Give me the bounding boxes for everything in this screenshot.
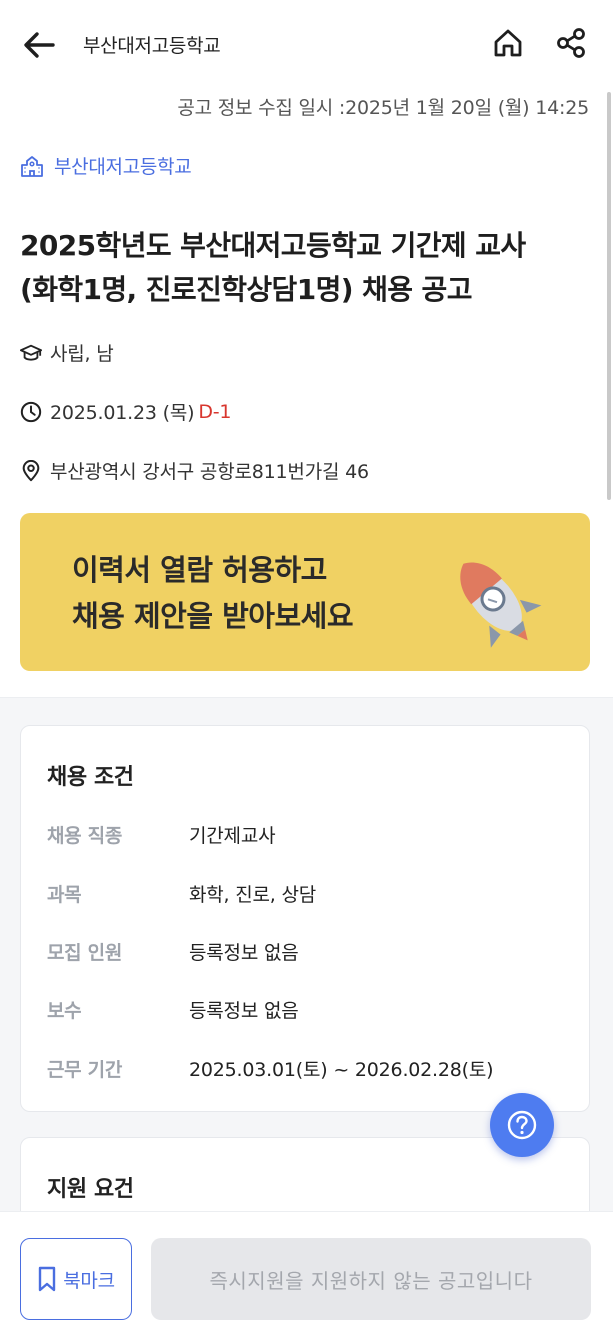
collected-timestamp: 공고 정보 수집 일시 :2025년 1월 20일 (월) 14:25 bbox=[177, 97, 589, 119]
requirements-title: 지원 요건 bbox=[47, 1177, 134, 1202]
banner-line2: 채용 제안을 받아보세요 bbox=[72, 599, 354, 633]
banner-text: 이력서 열람 허용하고 채용 제안을 받아보세요 bbox=[72, 547, 354, 639]
address: 부산광역시 강서구 공항로811번가길 46 bbox=[50, 461, 369, 483]
condition-value: 화학, 진로, 상담 bbox=[189, 884, 317, 906]
clock-icon bbox=[20, 401, 42, 422]
location-pin-icon bbox=[22, 459, 40, 481]
question-circle-icon bbox=[507, 1110, 537, 1140]
deadline-row: 2025.01.23 (목) D-1 bbox=[20, 398, 232, 425]
bookmark-icon bbox=[39, 1266, 56, 1292]
back-button[interactable] bbox=[22, 28, 56, 62]
condition-label: 모집 인원 bbox=[47, 942, 123, 964]
bottom-action-bar: 북마크 즉시지원을 지원하지 않는 공고입니다 bbox=[0, 1211, 613, 1340]
bookmark-label: 북마크 bbox=[63, 1269, 115, 1292]
bookmark-button[interactable]: 북마크 bbox=[20, 1238, 132, 1320]
condition-label: 과목 bbox=[47, 884, 82, 906]
condition-label: 채용 직종 bbox=[47, 825, 123, 847]
top-app-bar: 부산대저고등학교 bbox=[0, 0, 613, 88]
condition-value: 등록정보 없음 bbox=[189, 1000, 299, 1022]
conditions-card: 채용 조건 채용 직종 기간제교사 과목 화학, 진로, 상담 모집 인원 등록… bbox=[20, 725, 590, 1112]
home-button[interactable] bbox=[490, 25, 526, 61]
home-icon bbox=[494, 29, 522, 57]
school-link[interactable]: 부산대저고등학교 bbox=[20, 152, 192, 179]
condition-label: 근무 기간 bbox=[47, 1059, 123, 1081]
condition-value: 2025.03.01(토) ~ 2026.02.28(토) bbox=[189, 1059, 494, 1081]
school-type-row: 사립, 남 bbox=[20, 339, 114, 366]
posting-title: 2025학년도 부산대저고등학교 기간제 교사 (화학1명, 진로진학상담1명)… bbox=[20, 224, 590, 312]
school-name: 부산대저고등학교 bbox=[54, 156, 192, 178]
share-button[interactable] bbox=[553, 25, 589, 61]
conditions-title: 채용 조건 bbox=[47, 765, 134, 790]
school-type: 사립, 남 bbox=[50, 343, 114, 365]
school-building-icon bbox=[21, 155, 43, 177]
help-button[interactable] bbox=[490, 1093, 554, 1157]
arrow-left-icon bbox=[24, 32, 55, 58]
posting-title-line1: 2025학년도 부산대저고등학교 기간제 교사 bbox=[20, 229, 526, 262]
rocket-icon bbox=[460, 562, 542, 648]
share-icon bbox=[557, 28, 585, 58]
condition-value: 등록정보 없음 bbox=[189, 942, 299, 964]
resume-open-banner[interactable]: 이력서 열람 허용하고 채용 제안을 받아보세요 bbox=[20, 513, 590, 671]
posting-title-line2: (화학1명, 진로진학상담1명) 채용 공고 bbox=[20, 273, 472, 306]
address-row: 부산광역시 강서구 공항로811번가길 46 bbox=[20, 457, 369, 484]
scrollbar[interactable] bbox=[607, 92, 611, 500]
apply-button-disabled[interactable]: 즉시지원을 지원하지 않는 공고입니다 bbox=[151, 1238, 591, 1320]
dday-badge: D-1 bbox=[198, 400, 232, 423]
condition-label: 보수 bbox=[47, 1000, 82, 1022]
header-title: 부산대저고등학교 bbox=[83, 35, 221, 57]
graduation-cap-icon bbox=[20, 344, 42, 361]
deadline-date: 2025.01.23 (목) bbox=[50, 402, 195, 424]
apply-label: 즉시지원을 지원하지 않는 공고입니다 bbox=[209, 1268, 533, 1293]
condition-value: 기간제교사 bbox=[189, 825, 276, 847]
banner-line1: 이력서 열람 허용하고 bbox=[72, 553, 327, 587]
